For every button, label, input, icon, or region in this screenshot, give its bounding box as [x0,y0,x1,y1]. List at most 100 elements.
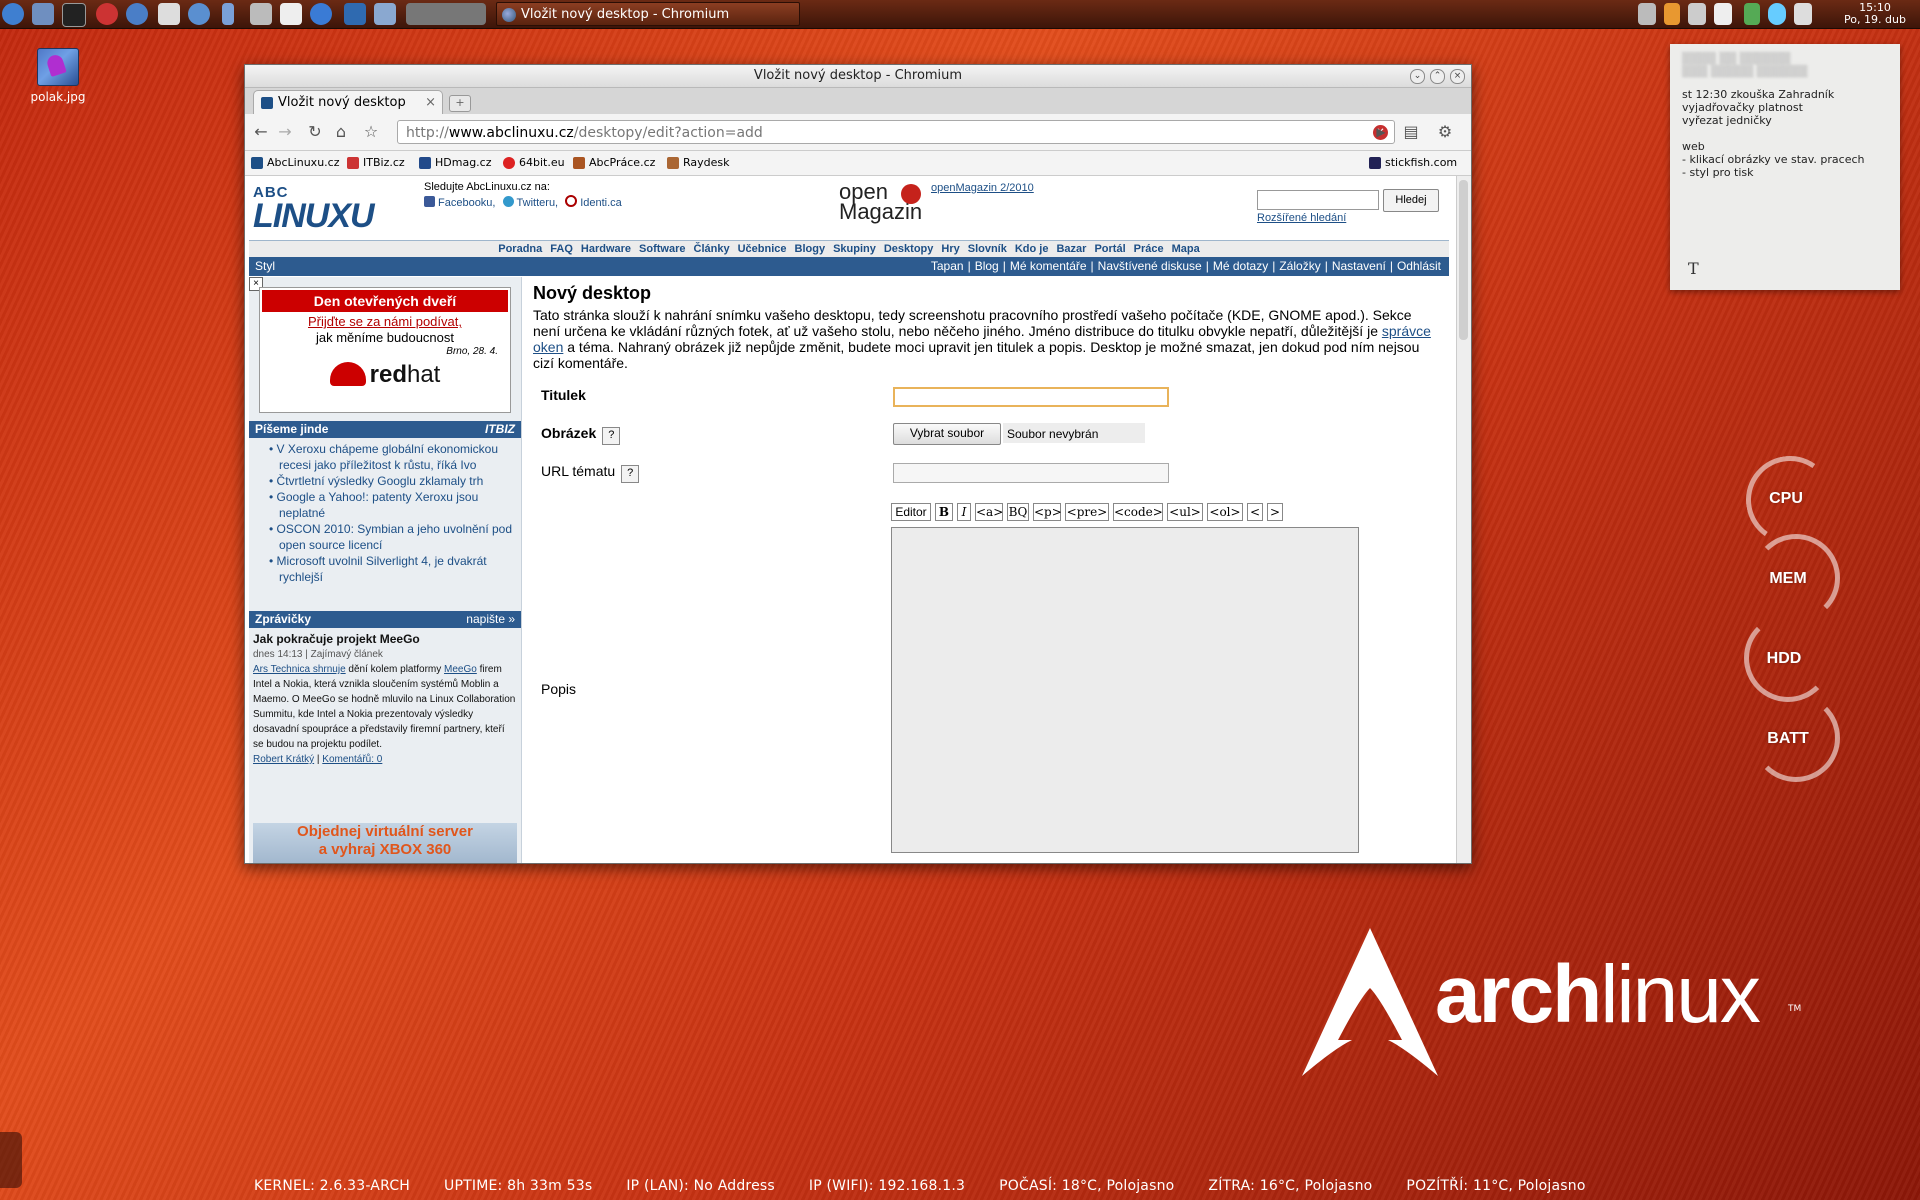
wifi-icon[interactable] [1688,3,1706,25]
link-identica[interactable]: Identi.ca [580,197,622,209]
mail-tray-icon[interactable] [1714,3,1732,25]
user-menu-item[interactable]: Mé dotazy [1213,259,1268,273]
menu-item[interactable]: Blogy [795,243,826,255]
mail-icon[interactable] [158,3,180,25]
jinde-item[interactable]: • Čtvrtletní výsledky Googlu zklamaly tr… [269,473,519,489]
search-input[interactable] [1257,190,1379,210]
user-menu-item[interactable]: Blog [975,259,999,273]
bookmark-stickfish[interactable]: stickfish.com [1367,151,1457,175]
news-title[interactable]: Jak pokračuje projekt MeeGo [253,632,517,647]
address-bar[interactable]: http://www.abclinuxu.cz/desktopy/edit?ac… [397,120,1395,144]
vps-ad[interactable]: Objednej virtuální server a vyhraj XBOX … [253,823,517,863]
page-scrollbar[interactable] [1456,176,1471,863]
browser-icon[interactable] [310,3,332,25]
editor-button[interactable]: Editor [891,503,931,521]
link-twitter[interactable]: Twitteru, [517,197,559,209]
editor-button[interactable]: > [1267,503,1283,521]
url-input[interactable] [893,463,1169,483]
openmagazin-link[interactable]: openMagazin 2/2010 [931,182,1034,194]
menu-item[interactable]: Hardware [581,243,631,255]
menu-item[interactable]: Skupiny [833,243,876,255]
user-menu-item[interactable]: Záložky [1279,259,1320,273]
user-menu-item[interactable]: Mé komentáře [1010,259,1087,273]
virtualbox-icon[interactable] [374,3,396,25]
advanced-search-link[interactable]: Rozšířené hledání [1257,212,1346,224]
news-comments[interactable]: Komentářů: 0 [322,754,382,765]
jinde-item[interactable]: • V Xeroxu chápeme globální ekonomickou … [269,441,519,473]
menu-item[interactable]: Slovník [968,243,1007,255]
editor-button[interactable]: <code> [1113,503,1163,521]
bookmark-hdmag[interactable]: HDmag.cz [417,151,492,175]
bookmark-raydesk[interactable]: Raydesk [665,151,730,175]
itbiz-logo[interactable]: ITBIZ [485,421,515,438]
minimize-icon[interactable]: ⌄ [1410,69,1425,84]
search-button[interactable]: Hledej [1383,189,1439,212]
chromium-icon[interactable] [126,3,148,25]
clock[interactable]: 15:10 Po, 19. dub [1830,0,1920,26]
editor-button[interactable]: < [1247,503,1263,521]
close-icon[interactable]: × [1450,69,1465,84]
menu-item[interactable]: Software [639,243,685,255]
link-facebook[interactable]: Facebooku, [438,197,495,209]
user-menu-item[interactable]: Odhlásit [1397,259,1441,273]
abclinuxu-logo[interactable]: ABC LINUXU [253,184,381,234]
editor-button[interactable]: <a> [975,503,1003,521]
reload-icon[interactable]: ↻ [305,122,325,142]
bookmark-64bit[interactable]: 64bit.eu [501,151,565,175]
menu-item[interactable]: Desktopy [884,243,934,255]
kde-menu-icon[interactable] [2,3,24,25]
page-menu-icon[interactable]: ▤ [1401,122,1421,142]
opera-icon[interactable] [96,3,118,25]
titulek-input[interactable] [893,387,1169,407]
editor-button[interactable]: I [957,503,971,521]
menu-item[interactable]: FAQ [550,243,573,255]
terminal-icon[interactable] [62,3,86,27]
menu-item[interactable]: Kdo je [1015,243,1049,255]
user-menu-item[interactable]: Navštívené diskuse [1098,259,1202,273]
menu-item[interactable]: Portál [1094,243,1125,255]
wrench-menu-icon[interactable]: ⚙ [1435,122,1455,142]
openmagazin-logo[interactable]: open Magazin [839,181,922,223]
home-icon[interactable]: ⌂ [331,122,351,142]
text-editor-icon[interactable] [280,3,302,25]
volume-icon[interactable] [1638,3,1656,25]
left-dock[interactable] [0,1132,22,1188]
menu-item[interactable]: Články [694,243,730,255]
menu-item[interactable]: Učebnice [738,243,787,255]
editor-button[interactable]: <ol> [1207,503,1243,521]
user-menu-item[interactable]: Tapan [931,259,964,273]
network-icon[interactable] [1794,3,1812,25]
menu-item[interactable]: Bazar [1056,243,1086,255]
forward-icon[interactable]: → [275,122,295,142]
news-link-meego[interactable]: MeeGo [444,664,477,675]
bookmark-itbiz[interactable]: ITBiz.cz [345,151,405,175]
phone-icon[interactable] [222,3,234,25]
back-icon[interactable]: ← [251,122,271,142]
editor-button[interactable]: <ul> [1167,503,1203,521]
jinde-item[interactable]: • OSCON 2010: Symbian a jeho uvolnění po… [269,521,519,553]
editor-button[interactable]: B [935,503,953,521]
go-icon[interactable]: ▶ [1371,122,1391,142]
tab-close-icon[interactable]: × [425,91,436,115]
desktop-file-icon[interactable]: polak.jpg [28,48,88,104]
choose-file-button[interactable]: Vybrat soubor [893,423,1001,445]
taskbar-task-chromium[interactable]: Vložit nový desktop - Chromium [496,2,800,26]
sticky-note[interactable]: ▒▒▒▒ ▒▒ ▒▒▒▒▒▒ ▒▒▒ ▒▒▒▒▒ ▒▒▒▒▒▒ st 12:30 … [1670,44,1900,290]
style-link[interactable]: Styl [255,257,275,276]
editor-button[interactable]: <pre> [1065,503,1109,521]
calculator-icon[interactable] [250,3,272,25]
bookmark-abclinuxu[interactable]: AbcLinuxu.cz [249,151,339,175]
update-icon[interactable] [1664,3,1680,25]
jinde-item[interactable]: • Google a Yahoo!: patenty Xeroxu jsou n… [269,489,519,521]
scrollbar-thumb[interactable] [1459,180,1468,340]
text-tool-icon[interactable]: T [1688,261,1699,277]
window-titlebar[interactable]: Vložit nový desktop - Chromium ⌄ ⌃ × [245,65,1471,88]
editor-button[interactable]: BQ [1007,503,1029,521]
tab-active[interactable]: Vložit nový desktop × [253,90,443,114]
new-tab-button[interactable]: + [449,95,471,112]
display-icon[interactable] [344,3,366,25]
bookmark-star-icon[interactable]: ☆ [361,122,381,142]
obrazek-help-icon[interactable]: ? [602,427,621,445]
im-client-icon[interactable] [188,3,210,25]
download-icon[interactable] [1744,3,1760,25]
